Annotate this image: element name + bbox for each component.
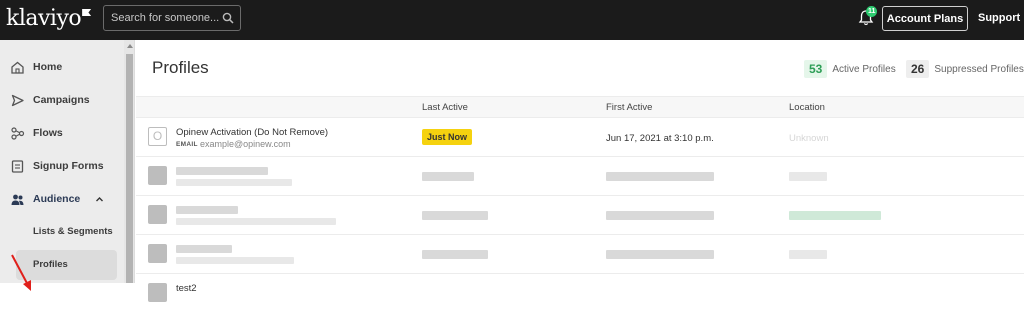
scroll-up-arrow-icon[interactable] <box>127 44 133 48</box>
sidebar-item-label: Signup Forms <box>33 160 104 172</box>
profile-name[interactable]: Opinew Activation (Do Not Remove) <box>176 127 328 138</box>
redacted-last-active <box>422 172 474 181</box>
search-input[interactable] <box>111 9 219 27</box>
table-header: Last Active First Active Location <box>136 96 1024 118</box>
table-row[interactable] <box>136 236 1024 274</box>
table-row[interactable]: test2 <box>136 275 1024 313</box>
avatar: O <box>148 127 167 146</box>
active-profiles-count: 53 <box>804 60 828 78</box>
sidebar-subitem-label: Lists & Segments <box>33 226 113 237</box>
flow-icon <box>11 126 25 140</box>
location-cell: Unknown <box>789 133 829 144</box>
users-icon <box>11 194 24 205</box>
column-header-last-active[interactable]: Last Active <box>422 102 468 113</box>
page-title: Profiles <box>152 58 209 77</box>
suppressed-profiles-count: 26 <box>906 60 930 78</box>
redacted-email <box>176 218 336 225</box>
notification-badge: 11 <box>866 6 878 17</box>
sidebar: Home Campaigns Flows Signup Forms Audien… <box>0 40 124 291</box>
sidebar-item-signup-forms[interactable]: Signup Forms <box>0 151 124 181</box>
redacted-name <box>176 245 232 253</box>
form-icon <box>11 159 24 173</box>
account-plans-button[interactable]: Account Plans <box>882 6 968 31</box>
active-profiles-label: Active Profiles <box>832 63 896 75</box>
sidebar-subitem-label: Profiles <box>33 259 68 270</box>
sidebar-item-campaigns[interactable]: Campaigns <box>0 85 124 115</box>
sidebar-subitem-lists-segments[interactable]: Lists & Segments <box>16 217 117 247</box>
sidebar-item-audience[interactable]: Audience <box>0 184 124 214</box>
annotation-arrow-icon <box>11 254 31 291</box>
column-header-first-active[interactable]: First Active <box>606 102 652 113</box>
klaviyo-logo[interactable]: klaviyo <box>6 6 92 31</box>
redacted-first-active <box>606 211 714 220</box>
redacted-email <box>176 257 294 264</box>
sidebar-item-flows[interactable]: Flows <box>0 118 124 148</box>
chevron-up-icon[interactable] <box>95 195 104 204</box>
profile-email: example@opinew.com <box>200 139 291 149</box>
sidebar-scrollbar[interactable] <box>124 40 135 283</box>
table-row[interactable] <box>136 158 1024 196</box>
active-profiles-stat[interactable]: 53 Active Profiles <box>804 60 896 78</box>
first-active-cell: Jun 17, 2021 at 3:10 p.m. <box>606 133 714 144</box>
email-label: EMAIL <box>176 141 198 148</box>
table-row[interactable]: O Opinew Activation (Do Not Remove) EMAI… <box>136 119 1024 157</box>
avatar <box>148 205 167 224</box>
last-active-badge: Just Now <box>422 129 473 145</box>
search-box[interactable] <box>103 5 241 31</box>
send-icon <box>11 94 24 106</box>
logo-flag-icon <box>82 9 92 16</box>
redacted-email <box>176 179 292 186</box>
redacted-location <box>789 211 881 220</box>
sidebar-item-label: Flows <box>33 127 63 139</box>
sidebar-item-home[interactable]: Home <box>0 52 124 82</box>
profile-name[interactable]: test2 <box>176 283 197 294</box>
search-icon[interactable] <box>222 12 234 24</box>
suppressed-profiles-label: Suppressed Profiles <box>934 63 1024 75</box>
scrollbar-thumb[interactable] <box>126 54 133 283</box>
sidebar-item-label: Campaigns <box>33 94 90 106</box>
support-link[interactable]: Support <box>978 12 1020 24</box>
redacted-last-active <box>422 250 488 259</box>
table-row[interactable] <box>136 197 1024 235</box>
avatar <box>148 166 167 185</box>
redacted-location <box>789 250 827 259</box>
top-bar: klaviyo 11 Account Plans Support <box>0 0 1024 40</box>
redacted-first-active <box>606 172 714 181</box>
main-content: Profiles 53 Active Profiles 26 Suppresse… <box>136 40 1024 302</box>
home-icon <box>11 61 24 74</box>
avatar <box>148 283 167 302</box>
redacted-location <box>789 172 827 181</box>
redacted-name <box>176 206 238 214</box>
sidebar-item-label: Audience <box>33 193 81 205</box>
suppressed-profiles-stat[interactable]: 26 Suppressed Profiles <box>906 60 1024 78</box>
avatar <box>148 244 167 263</box>
sidebar-item-label: Home <box>33 61 63 73</box>
logo-text: klaviyo <box>6 6 82 31</box>
redacted-first-active <box>606 250 714 259</box>
redacted-name <box>176 167 268 175</box>
redacted-last-active <box>422 211 488 220</box>
column-header-location[interactable]: Location <box>789 102 825 113</box>
